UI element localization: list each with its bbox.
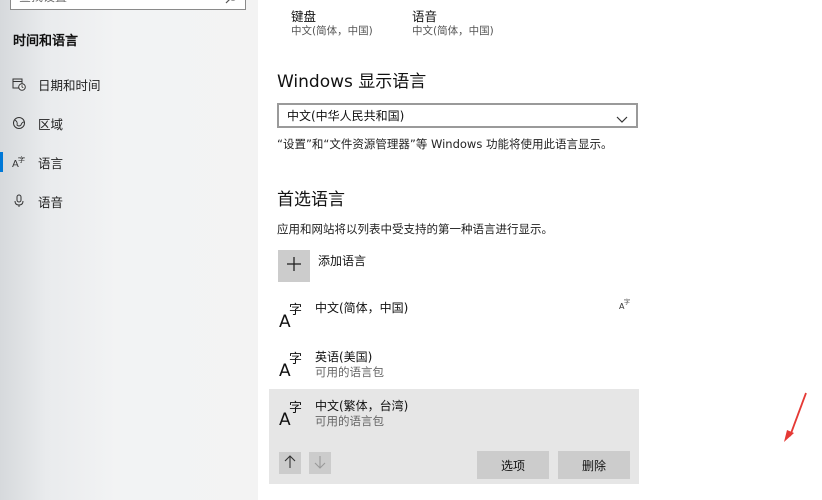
language-item-en-us[interactable]: A字 英语(美国) 可用的语言包 [269,340,639,389]
remove-button[interactable]: 删除 [558,451,630,479]
main-panel: 键盘 中文(简体，中国) 语音 中文(简体，中国) Windows 显示语言 中… [258,0,822,500]
sidebar-item-label: 语音 [38,194,64,210]
add-language-label[interactable]: 添加语言 [318,252,366,269]
options-button[interactable]: 选项 [477,451,549,479]
search-input[interactable] [13,0,225,7]
add-language-button[interactable] [278,250,310,282]
chevron-down-icon [616,110,628,123]
display-language-select[interactable]: 中文(中华人民共和国) [277,103,638,128]
display-language-value: 中文(中华人民共和国) [287,109,405,123]
search-box[interactable] [10,0,246,10]
language-icon: A字 [12,155,26,169]
svg-text:字: 字 [289,401,302,416]
sidebar-section-title: 时间和语言 [13,34,79,49]
language-status: 可用的语言包 [315,365,384,379]
svg-text:字: 字 [624,298,630,306]
sidebar-item-label: 语言 [38,155,64,171]
globe-icon [12,116,26,130]
sidebar-item-language[interactable]: A字 语言 [0,144,258,180]
language-icon: A字 [279,299,307,332]
sidebar-item-speech[interactable]: 语音 [0,183,258,219]
display-language-note: “设置”和“文件资源管理器”等 Windows 功能将使用此语言显示。 [277,137,613,151]
move-up-button[interactable] [279,452,301,474]
sidebar-item-region[interactable]: 区域 [0,105,258,141]
language-icon: A字 [279,348,307,381]
language-item-zh-cn[interactable]: A字 中文(简体，中国) A字 [269,291,639,340]
preferred-languages-description: 应用和网站将以列表中受支持的第一种语言进行显示。 [277,222,553,236]
search-icon[interactable] [225,0,239,8]
svg-text:字: 字 [18,155,25,164]
calendar-clock-icon [12,77,26,91]
language-icon: A字 [279,397,307,430]
keyboard-subtitle: 中文(简体，中国) [291,25,373,37]
svg-text:字: 字 [289,303,302,318]
preferred-languages-heading: 首选语言 [277,190,345,210]
display-language-heading: Windows 显示语言 [277,72,427,92]
plus-icon [286,256,302,276]
move-down-button[interactable] [309,452,331,474]
microphone-icon [12,194,26,208]
language-name: 中文(简体，中国) [315,301,409,315]
language-status: 可用的语言包 [315,414,384,428]
language-name: 中文(繁体，台湾) [315,399,409,413]
sidebar: 时间和语言 日期和时间 区域 A字 语言 语音 [0,0,258,500]
display-language-badge-icon: A字 [619,295,631,314]
language-name: 英语(美国) [315,350,373,364]
sidebar-item-date-time[interactable]: 日期和时间 [0,66,258,102]
arrow-down-icon [313,454,327,473]
sidebar-item-label: 区域 [38,116,64,132]
svg-text:字: 字 [289,352,302,367]
annotation-arrow [784,392,807,442]
sidebar-item-label: 日期和时间 [38,77,101,93]
speech-subtitle: 中文(简体，中国) [412,25,494,37]
arrow-up-icon [283,454,297,473]
